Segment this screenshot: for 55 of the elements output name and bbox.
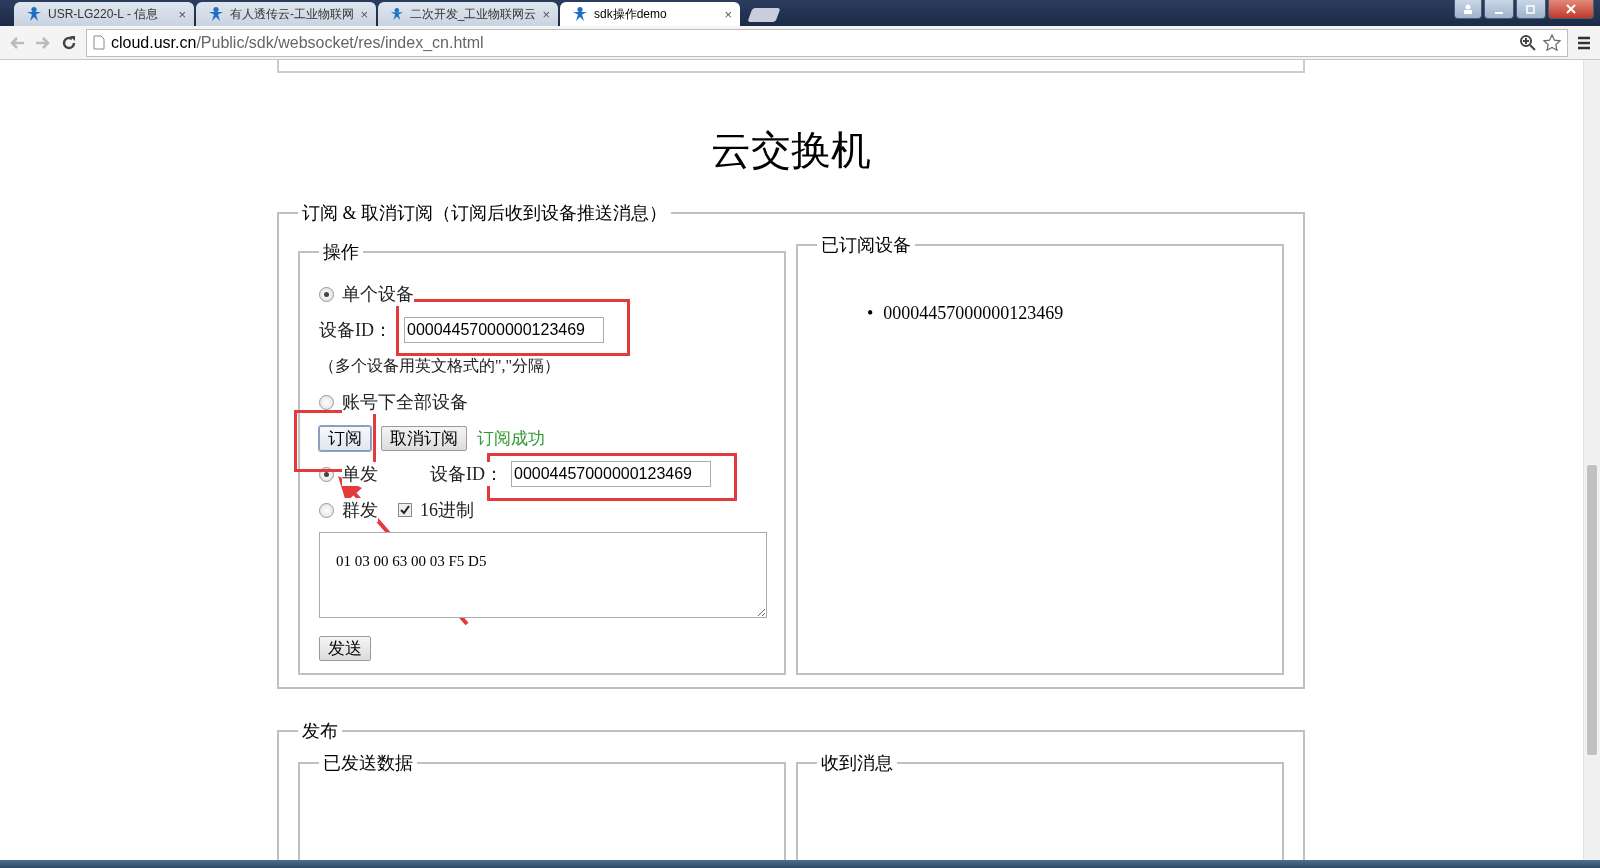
device-id-field[interactable]: 00004457000000123469 bbox=[404, 317, 604, 343]
radio-button[interactable] bbox=[319, 502, 334, 518]
close-icon[interactable]: × bbox=[542, 6, 550, 22]
subscribe-button[interactable]: 订阅 bbox=[319, 425, 371, 451]
bullet: • bbox=[867, 302, 874, 325]
device-id-field[interactable]: 00004457000000123469 bbox=[511, 461, 711, 487]
new-tab-button[interactable] bbox=[747, 8, 781, 22]
panel-legend: 操作 bbox=[319, 240, 363, 264]
panel-legend: 已发送数据 bbox=[319, 751, 417, 775]
unsubscribe-button[interactable]: 取消订阅 bbox=[381, 425, 467, 451]
radio-button[interactable] bbox=[319, 286, 334, 302]
maximize-icon bbox=[1526, 4, 1536, 14]
person-icon bbox=[26, 6, 42, 22]
user-button[interactable] bbox=[1454, 0, 1482, 19]
message-field[interactable]: 01 03 00 63 00 03 F5 D5 bbox=[319, 532, 767, 618]
device-item: 00004457000000123469 bbox=[883, 302, 1064, 325]
close-button[interactable] bbox=[1548, 0, 1594, 19]
minimize-button[interactable] bbox=[1484, 0, 1514, 19]
panel-legend: 已订阅设备 bbox=[817, 233, 915, 257]
radio-label: 账号下全部设备 bbox=[342, 390, 468, 414]
browser-tab[interactable]: sdk操作demo × bbox=[560, 2, 740, 26]
url-host: cloud.usr.cn bbox=[111, 33, 197, 52]
page-title: 云交换机 bbox=[710, 127, 872, 175]
send-button[interactable]: 发送 bbox=[319, 636, 371, 661]
checkbox[interactable] bbox=[398, 503, 412, 517]
radio-label: 群发 bbox=[342, 498, 378, 522]
close-icon bbox=[1566, 4, 1576, 14]
menu-icon[interactable] bbox=[1576, 34, 1592, 51]
url-path: /Public/sdk/websocket/res/index_cn.html bbox=[196, 33, 485, 52]
browser-tab[interactable]: 二次开发_工业物联网云 × bbox=[378, 2, 558, 26]
user-icon bbox=[1463, 4, 1473, 14]
person-icon bbox=[390, 6, 404, 22]
radio-label: 单个设备 bbox=[342, 282, 414, 306]
panel-legend: 收到消息 bbox=[817, 751, 897, 775]
reload-icon[interactable] bbox=[60, 33, 78, 52]
scrollbar[interactable] bbox=[1583, 60, 1600, 860]
checkbox-label: 16进制 bbox=[420, 498, 474, 522]
minimize-icon bbox=[1495, 12, 1503, 14]
check-icon bbox=[400, 505, 410, 515]
section-legend: 发布 bbox=[298, 719, 342, 743]
radio-label: 单发 bbox=[342, 462, 378, 486]
address-bar[interactable]: cloud.usr.cn/Public/sdk/websocket/res/index_cn.html bbox=[86, 28, 1568, 57]
zoom-icon[interactable] bbox=[1519, 33, 1537, 52]
close-icon[interactable]: × bbox=[178, 6, 186, 22]
close-icon[interactable]: × bbox=[360, 6, 368, 22]
person-icon bbox=[572, 6, 588, 22]
close-icon[interactable]: × bbox=[724, 6, 732, 22]
browser-tab[interactable]: USR-LG220-L - 信息 × bbox=[14, 2, 194, 26]
radio-button[interactable] bbox=[319, 394, 334, 410]
maximize-button[interactable] bbox=[1516, 0, 1546, 19]
person-icon bbox=[208, 6, 224, 22]
browser-tab[interactable]: 有人透传云-工业物联网 × bbox=[196, 2, 376, 26]
star-icon[interactable] bbox=[1543, 33, 1561, 52]
section-legend: 订阅 & 取消订阅（订阅后收到设备推送消息） bbox=[298, 201, 671, 225]
page-icon bbox=[93, 35, 105, 50]
